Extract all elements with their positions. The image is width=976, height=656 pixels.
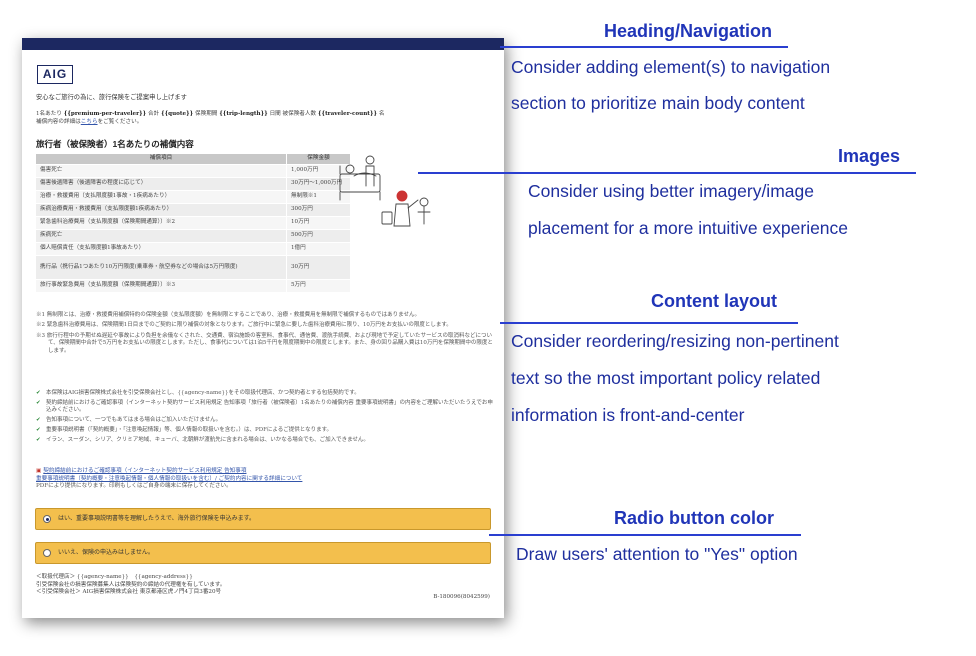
table-row: 旅行事故緊急費用（支払限度額（保険期間通算））※3 5万円 [35, 279, 351, 293]
coverage-table: 補償項目 保険金額 傷害死亡 1,000万円 傷害後遺障害（後遺障害の程度に応じて… [35, 153, 351, 293]
list-item: ✔ 告知事項について、一つでもあてはまる場合はご加入いただけません。 [36, 417, 222, 424]
footnote: ※3 旅行行程中の予期せぬ遅延や事故により負担を余儀なくされた、交通費、宿泊施設… [36, 332, 493, 354]
annotation-text: section to prioritize main body content [511, 93, 805, 113]
annotation-text: placement for a more intuitive experienc… [528, 218, 849, 238]
check-icon: ✔ [36, 437, 41, 444]
annotation-underline [500, 322, 798, 324]
quote-summary: 1名あたり {{premium-per-traveler}} 合計 {{quot… [36, 111, 385, 125]
footnotes: ※1 無制限とは、治療・救援費用補償特約の保険金額（支払限度額）を無制限とするこ… [36, 312, 496, 358]
travel-illustration [339, 155, 431, 227]
list-item: ✔ 重要事項説明書（「契約概要」・「注意喚起情報」等、個人情報の取扱いを含む。）は… [36, 427, 333, 434]
pdf-icon: ▣ [36, 468, 42, 474]
check-icon: ✔ [36, 400, 41, 407]
aig-logo: AIG [37, 65, 73, 84]
radio-no-option[interactable]: いいえ、保険の申込みはしません。 [35, 542, 491, 564]
check-icon: ✔ [36, 427, 41, 434]
confirmation-checklist: ✔ 本保険はAIG損害保険株式会社を引受保険会社とし、{{agency-name}… [36, 390, 496, 448]
pdf-documents: ▣ 契約締結前におけるご確認事項（インターネット契約サービス利用規定 告知事項 重… [36, 468, 496, 491]
annotation-title-images: Images [838, 146, 901, 166]
annotation-title-content-layout: Content layout [651, 291, 777, 311]
pdf-note: PDFにより提供になります。印刷もしくはご自身の端末に保存してください。 [36, 483, 232, 490]
list-item: ✔ イラン、スーダン、シリア、クリミア地域、キューバ、北朝鮮が渡航先に含まれる場合… [36, 437, 369, 444]
header-bar [22, 38, 504, 50]
pdf-link-precontract[interactable]: 契約締結前におけるご確認事項（インターネット契約サービス利用規定 告知事項 [43, 468, 246, 474]
annotation-text: information is front-and-center [511, 405, 745, 425]
annotation-underline [418, 172, 916, 174]
annotation-text: Consider adding element(s) to navigation [511, 57, 831, 77]
document-code: B-180096(8042599) [433, 594, 490, 600]
table-row: 緊急歯科治療費用（支払限度額（保険期間通算））※2 10万円 [35, 216, 351, 230]
footnote: ※1 無制限とは、治療・救援費用補償特約の保険金額（支払限度額）を無制限とするこ… [36, 312, 420, 318]
annotation-text: text so the most important policy relate… [511, 368, 821, 388]
greeting-text: 安心なご旅行の為に、旅行保険をご提案申し上げます [36, 94, 187, 101]
radio-unselected-icon[interactable] [43, 549, 51, 557]
agency-info: ＜取扱代理店＞ {{agency-name}} {{agency-address… [36, 574, 226, 596]
annotation-underline [489, 534, 801, 536]
table-row: 治療・救援費用（支払限度額1事故・1疾病あたり） 無制限※1 [35, 190, 351, 204]
coverage-section-title: 旅行者（被保険者）1名あたりの補償内容 [36, 139, 194, 149]
radio-yes-option[interactable]: はい、重要事項説明書等を理解したうえで、海外旅行保険を申込みます。 [35, 508, 491, 530]
coverage-detail-link[interactable]: こちら [81, 119, 98, 125]
annotation-underline [500, 46, 788, 48]
table-header-item: 補償項目 [35, 153, 287, 165]
check-icon: ✔ [36, 417, 41, 424]
radio-no-label: いいえ、保険の申込みはしません。 [58, 548, 154, 556]
check-icon: ✔ [36, 390, 41, 396]
list-item: ✔ 本保険はAIG損害保険株式会社を引受保険会社とし、{{agency-name}… [36, 390, 360, 396]
annotation-text: Consider using better imagery/image [528, 181, 814, 201]
annotation-title-radio-color: Radio button color [614, 508, 774, 528]
annotation-text: Draw users' attention to "Yes" option [516, 544, 798, 564]
table-row: 疾病死亡 500万円 [35, 229, 351, 243]
radio-selected-icon[interactable] [43, 515, 51, 523]
annotation-text: Consider reordering/resizing non-pertine… [511, 331, 839, 351]
radio-yes-label: はい、重要事項説明書等を理解したうえで、海外旅行保険を申込みます。 [58, 514, 255, 522]
footnote: ※2 緊急歯科治療費用は、保険期間1日目までのご契約に限り補償の対象となります。… [36, 322, 452, 329]
table-row: 傷害後遺障害（後遺障害の程度に応じて） 30万円～1,000万円 [35, 177, 351, 191]
pdf-link-important-matters[interactable]: 重要事項説明書（契約概要・注意喚起情報・個人情報の取扱いを含む）/ ご契約内容に… [36, 476, 302, 482]
table-row: 携行品（携行品1つあたり10万円限度(乗車券・航空券などの場合は5万円限度) 30… [35, 255, 351, 280]
table-row: 個人賠償責任（支払限度額1事故あたり） 1億円 [35, 242, 351, 256]
table-row: 傷害死亡 1,000万円 [35, 164, 351, 178]
table-row: 疾病治療費用・救援費用（支払限度額1疾病あたり） 300万円 [35, 203, 351, 217]
list-item: ✔ 契約締結前におけるご確認事項（インターネット契約サービス利用規定 告知事項「旅… [36, 400, 493, 414]
annotation-title-heading-nav: Heading/Navigation [604, 21, 773, 41]
insurance-proposal-page: AIG 安心なご旅行の為に、旅行保険をご提案申し上げます 1名あたり {{pre… [22, 38, 504, 618]
